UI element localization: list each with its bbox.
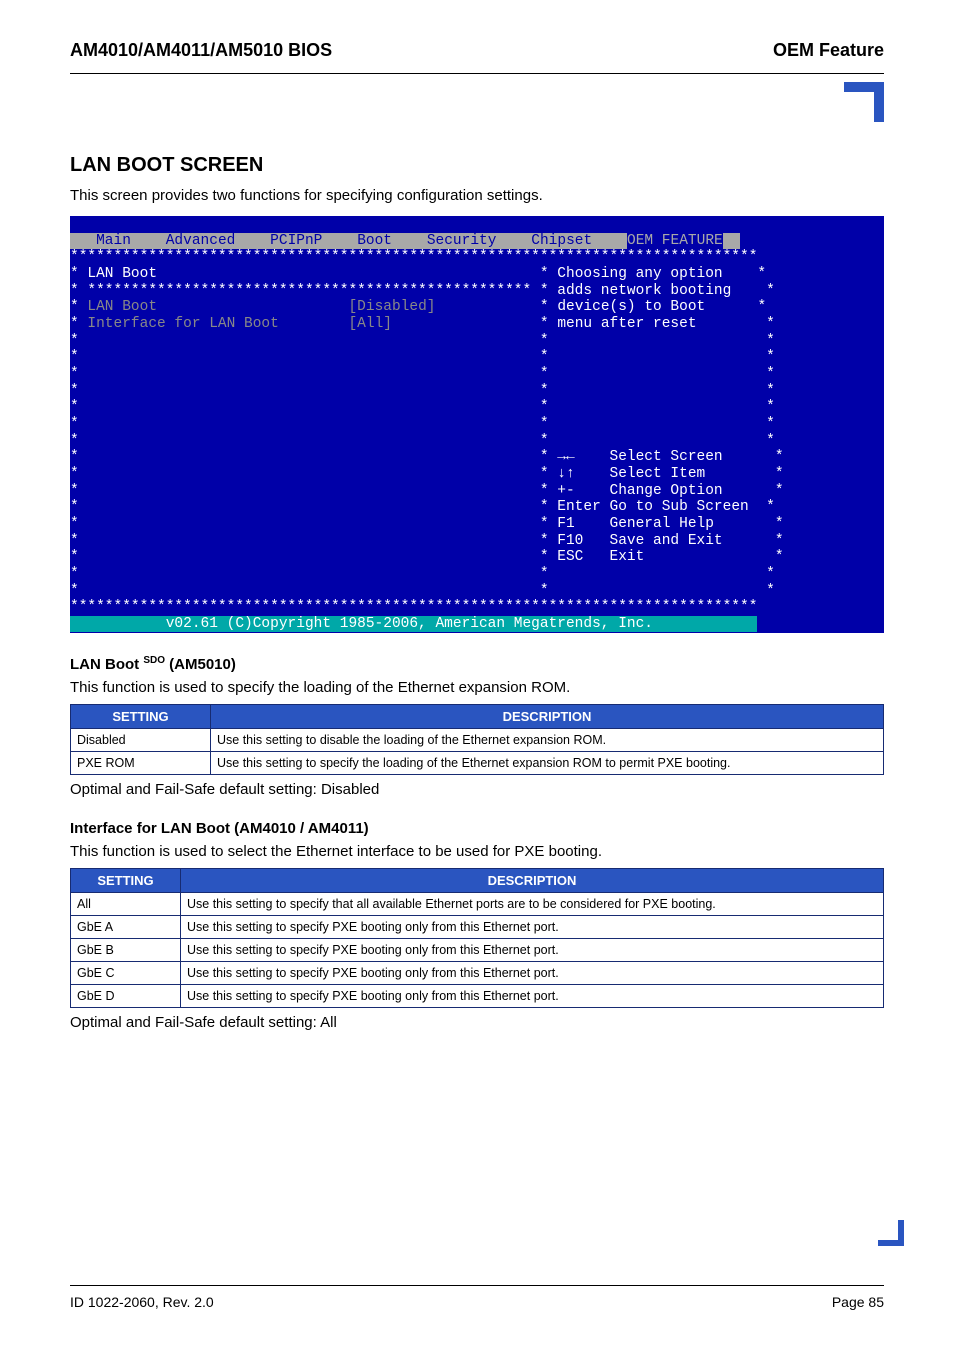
bios-key-1: ↓↑ Select Item (557, 466, 705, 482)
sub1-th2: DESCRIPTION (211, 704, 884, 728)
bios-help-0: Choosing any option (557, 266, 722, 282)
brand-corner-icon (70, 82, 884, 126)
table-row: GbE AUse this setting to specify PXE boo… (71, 915, 884, 938)
section-title: LAN BOOT SCREEN (70, 154, 884, 177)
sub1-table: SETTINGDESCRIPTION DisabledUse this sett… (70, 704, 884, 775)
bios-screen: Main Advanced PCIPnP Boot Security Chips… (70, 216, 884, 633)
sub1-default: Optimal and Fail-Safe default setting: D… (70, 781, 884, 798)
bios-menu-oemfeature[interactable]: OEM FEATURE (627, 233, 723, 249)
bios-key-0: →← Select Screen (557, 449, 722, 465)
sub2-desc: This function is used to select the Ethe… (70, 843, 884, 860)
footer-divider (70, 1285, 884, 1286)
corner-mark-icon (878, 1220, 904, 1250)
table-row: AllUse this setting to specify that all … (71, 892, 884, 915)
sub1-heading: LAN Boot SDO (AM5010) (70, 655, 884, 673)
bios-menu-pcipnp[interactable]: PCIPnP (270, 233, 322, 249)
bios-menu-boot[interactable]: Boot (357, 233, 392, 249)
sub1-desc: This function is used to specify the loa… (70, 679, 884, 696)
footer-left: ID 1022-2060, Rev. 2.0 (70, 1294, 214, 1310)
bios-help-3: menu after reset (557, 316, 696, 332)
sub2-default: Optimal and Fail-Safe default setting: A… (70, 1014, 884, 1031)
sub2-th1: SETTING (71, 868, 181, 892)
bios-field-0-label[interactable]: LAN Boot (87, 299, 157, 315)
bios-menu-main[interactable]: Main (96, 233, 131, 249)
table-row: PXE ROMUse this setting to specify the l… (71, 751, 884, 774)
sub2-heading: Interface for LAN Boot (AM4010 / AM4011) (70, 820, 884, 837)
bios-field-0-value[interactable]: [Disabled] (348, 299, 435, 315)
bios-key-3: Enter Go to Sub Screen (557, 499, 748, 515)
bios-help-2: device(s) to Boot (557, 299, 705, 315)
table-row: GbE DUse this setting to specify PXE boo… (71, 984, 884, 1007)
bios-menu-advanced[interactable]: Advanced (166, 233, 236, 249)
sub1-th1: SETTING (71, 704, 211, 728)
header-left: AM4010/AM4011/AM5010 BIOS (70, 40, 332, 61)
footer-right: Page 85 (832, 1294, 884, 1310)
table-row: GbE CUse this setting to specify PXE boo… (71, 961, 884, 984)
header-right: OEM Feature (773, 40, 884, 61)
bios-panel-title: LAN Boot (87, 266, 157, 282)
bios-help-1: adds network booting (557, 283, 731, 299)
bios-key-2: +- Change Option (557, 483, 722, 499)
bios-menu-chipset[interactable]: Chipset (531, 233, 592, 249)
bios-copyright: v02.61 (C)Copyright 1985-2006, American … (166, 616, 653, 632)
sub2-th2: DESCRIPTION (181, 868, 884, 892)
bios-menu-security[interactable]: Security (427, 233, 497, 249)
bios-key-4: F1 General Help (557, 516, 714, 532)
table-row: GbE BUse this setting to specify PXE boo… (71, 938, 884, 961)
sub2-table: SETTINGDESCRIPTION AllUse this setting t… (70, 868, 884, 1008)
bios-field-1-label[interactable]: Interface for LAN Boot (87, 316, 278, 332)
bios-field-1-value[interactable]: [All] (348, 316, 392, 332)
header-divider (70, 73, 884, 74)
section-intro: This screen provides two functions for s… (70, 187, 884, 204)
bios-key-6: ESC Exit (557, 549, 644, 565)
table-row: DisabledUse this setting to disable the … (71, 728, 884, 751)
bios-key-5: F10 Save and Exit (557, 533, 722, 549)
